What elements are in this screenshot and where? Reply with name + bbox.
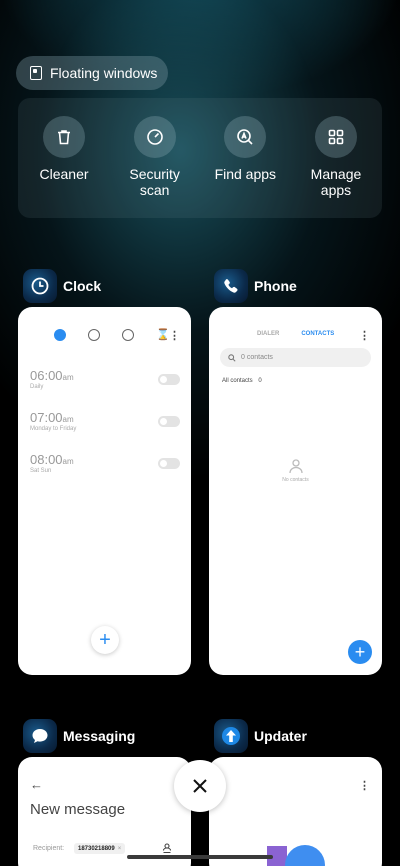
messaging-app-name: Messaging [63,728,136,744]
updater-app-preview[interactable]: ⋮ [209,757,382,866]
security-scan-button[interactable]: Security scan [115,116,195,218]
phone-more-icon: ⋮ [359,330,370,342]
floating-windows-button[interactable]: Floating windows [16,56,168,90]
quick-actions-panel: Cleaner Security scan Find apps Manage a… [18,98,382,218]
no-contacts-text: No contacts [282,477,309,483]
alarm-repeat: Daily [30,384,44,390]
clear-all-button[interactable] [174,760,226,812]
alarm-ampm: am [62,415,74,424]
cleaner-button[interactable]: Cleaner [24,116,104,218]
updater-app-name: Updater [254,728,307,744]
security-scan-label: Security scan [129,166,180,198]
clock-tab-bar: ⌛ [54,328,170,341]
phone-tab-bar: DIALER CONTACTS [257,331,334,337]
alarm-ampm: am [62,373,74,382]
messaging-icon [23,719,57,753]
all-contacts-count: 0 [258,378,262,384]
contact-picker-icon [162,843,172,853]
all-contacts-row: All contacts 0 [222,378,262,384]
recipient-chip: 18730218809 × [74,843,126,854]
alarm-ampm: am [62,457,74,466]
find-apps-button[interactable]: Find apps [205,116,285,218]
alarm-item: 07:00am Monday to Friday [30,410,180,446]
contacts-search: 0 contacts [220,348,371,367]
stopwatch-icon [122,328,134,341]
alarm-toggle [158,416,180,427]
person-icon [288,459,303,474]
remove-recipient-icon: × [117,845,122,852]
alarm-icon [54,328,66,341]
find-apps-icon [224,116,267,158]
floating-window-icon [30,66,42,80]
world-clock-icon [88,328,100,341]
phone-icon [214,269,248,303]
alarm-time: 08:00 [30,452,63,467]
search-icon [228,353,236,362]
update-illustration-circle [285,845,325,866]
floating-windows-label: Floating windows [50,65,158,81]
phone-app-name: Phone [254,278,297,294]
phone-app-header[interactable]: Phone [214,269,297,303]
clock-app-header[interactable]: Clock [23,269,101,303]
alarm-item: 06:00am Daily [30,368,180,404]
contacts-search-placeholder: 0 contacts [241,354,273,361]
updater-icon [214,719,248,753]
add-alarm-icon: + [91,626,119,654]
clock-more-icon: ⋮ [169,330,180,342]
home-indicator[interactable] [127,855,273,859]
trash-icon [43,116,85,158]
recipient-number: 18730218809 [78,845,115,852]
manage-apps-button[interactable]: Manage apps [296,116,376,218]
phone-app-preview[interactable]: DIALER CONTACTS ⋮ 0 contacts All contact… [209,307,382,675]
alarm-toggle [158,374,180,385]
messaging-app-header[interactable]: Messaging [23,719,135,753]
grid-icon [314,116,357,158]
updater-app-header[interactable]: Updater [214,719,307,753]
empty-contacts: No contacts [209,458,382,483]
tab-dialer: DIALER [257,331,280,337]
find-apps-label: Find apps [214,166,277,182]
all-contacts-label: All contacts [222,378,253,384]
manage-apps-label: Manage apps [310,166,362,198]
close-icon [193,779,207,793]
alarm-repeat: Monday to Friday [30,426,77,432]
clock-app-preview[interactable]: ⌛ ⋮ 06:00am Daily 07:00am Monday to Frid… [18,307,191,675]
timer-icon: ⌛ [156,329,170,341]
tab-contacts: CONTACTS [301,331,335,337]
alarm-repeat: Sat Sun [30,468,52,474]
recipient-label: Recipient: [33,845,65,852]
alarm-time: 06:00 [30,368,63,383]
alarm-time: 07:00 [30,410,63,425]
alarm-toggle [158,458,180,469]
new-message-title: New message [30,801,126,818]
back-arrow-icon: ← [30,777,43,792]
alarm-item: 08:00am Sat Sun [30,452,180,488]
cleaner-label: Cleaner [39,166,89,182]
messaging-app-preview[interactable]: ← New message Recipient: 18730218809 × [18,757,191,866]
updater-more-icon: ⋮ [359,780,370,792]
clock-icon [23,269,57,303]
add-contact-icon: + [348,640,372,664]
security-scan-icon [133,116,176,158]
clock-app-name: Clock [63,278,102,294]
